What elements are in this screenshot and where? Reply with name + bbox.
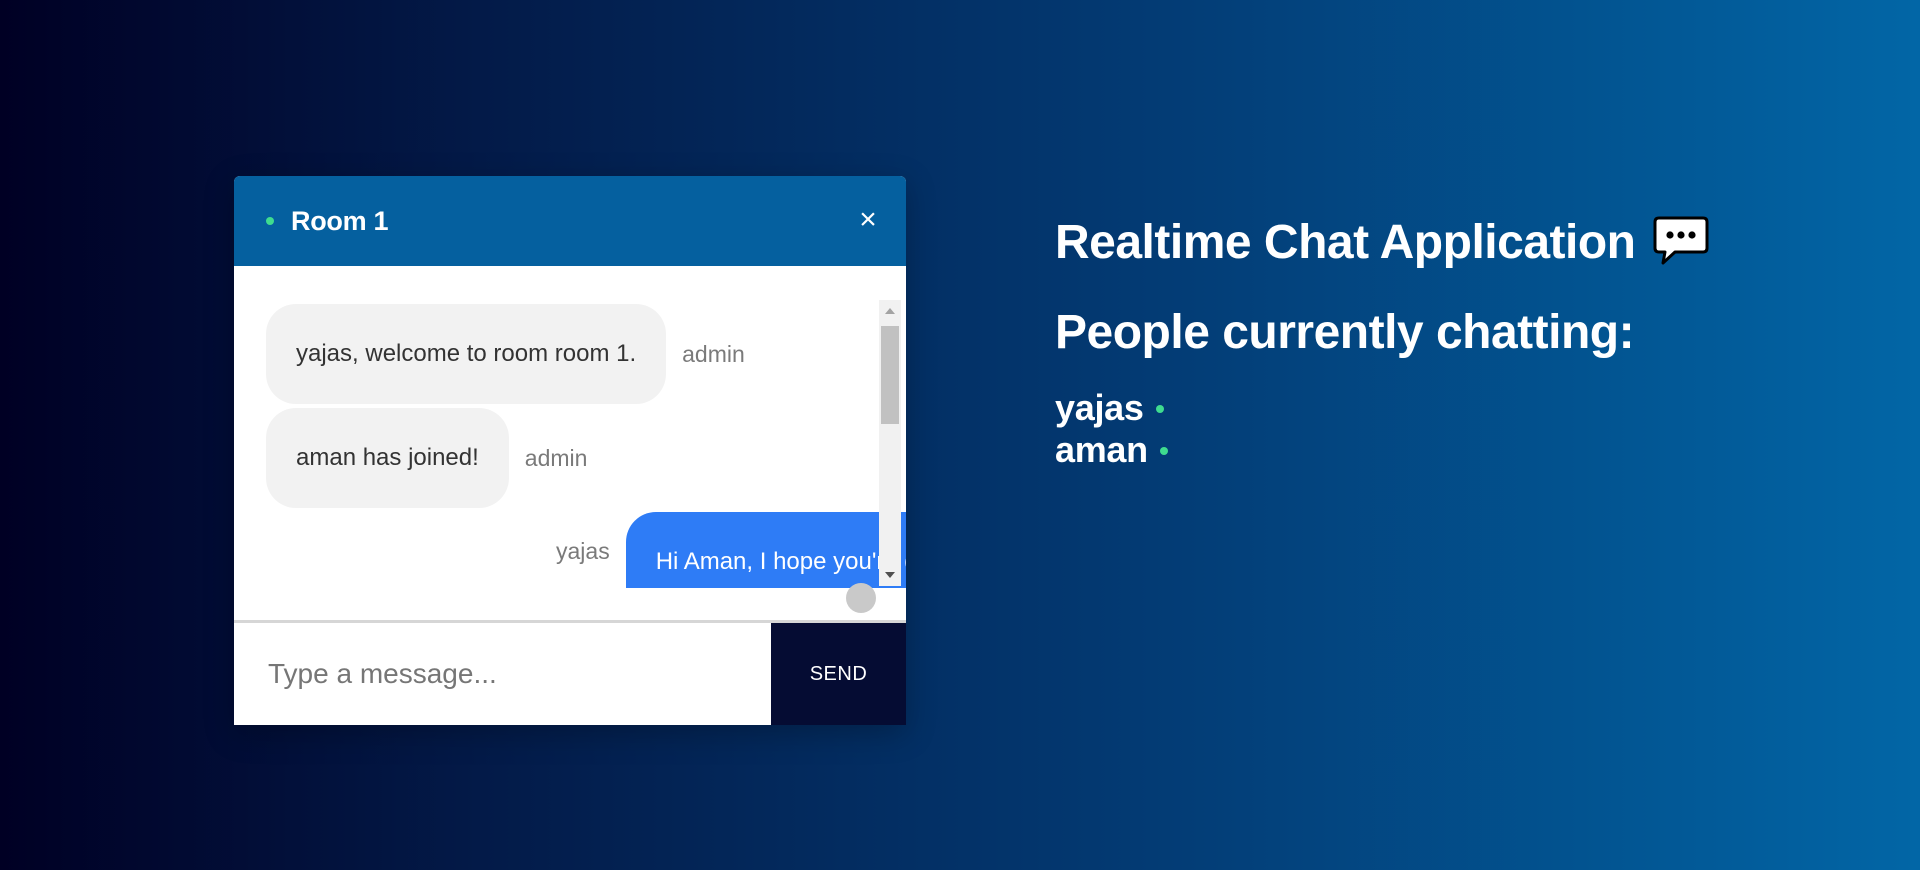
user-list-item: aman xyxy=(1055,429,1709,471)
close-button[interactable]: × xyxy=(851,203,885,237)
user-name: yajas xyxy=(1055,387,1144,428)
online-status-icon xyxy=(1155,405,1164,413)
scroll-to-bottom-button[interactable] xyxy=(846,583,876,613)
message-bubble: yajas, welcome to room room 1. xyxy=(266,304,667,404)
speech-bubble-icon xyxy=(1653,216,1709,265)
message-row: aman has joined! admin xyxy=(266,408,603,508)
online-status-icon xyxy=(266,217,274,225)
scroll-up-icon[interactable] xyxy=(885,308,895,314)
message-sender: admin xyxy=(524,444,588,471)
message-list: yajas, welcome to room room 1. admin ama… xyxy=(234,266,906,620)
info-panel: Realtime Chat Application People current… xyxy=(1055,213,1709,471)
message-input-bar: SEND xyxy=(234,620,906,725)
online-status-icon xyxy=(1159,447,1168,455)
user-list-item: yajas xyxy=(1055,387,1709,429)
message-bubble: aman has joined! xyxy=(266,408,509,508)
message-row: yajas Hi Aman, I hope you're doing well! xyxy=(540,512,906,588)
chat-header: Room 1 × xyxy=(234,176,906,266)
user-list: yajas aman xyxy=(1055,387,1709,471)
message-sender: admin xyxy=(682,340,745,367)
page-title: Realtime Chat Application xyxy=(1055,213,1709,273)
user-name: aman xyxy=(1055,429,1148,470)
message-input[interactable] xyxy=(234,623,771,725)
room-title: Room 1 xyxy=(291,206,389,236)
chat-window: Room 1 × yajas, welcome to room room 1. … xyxy=(234,176,906,725)
scroll-thumb[interactable] xyxy=(881,326,899,424)
people-heading: People currently chatting: xyxy=(1055,306,1635,359)
message-sender: yajas xyxy=(556,538,610,564)
message-row: yajas, welcome to room room 1. admin xyxy=(266,304,761,404)
page-title-text: Realtime Chat Application xyxy=(1055,216,1636,269)
scroll-down-icon[interactable] xyxy=(885,572,895,578)
message-bubble-own: Hi Aman, I hope you're doing well! xyxy=(625,512,906,588)
send-button[interactable]: SEND xyxy=(771,623,906,725)
message-scrollbar[interactable] xyxy=(879,300,901,586)
